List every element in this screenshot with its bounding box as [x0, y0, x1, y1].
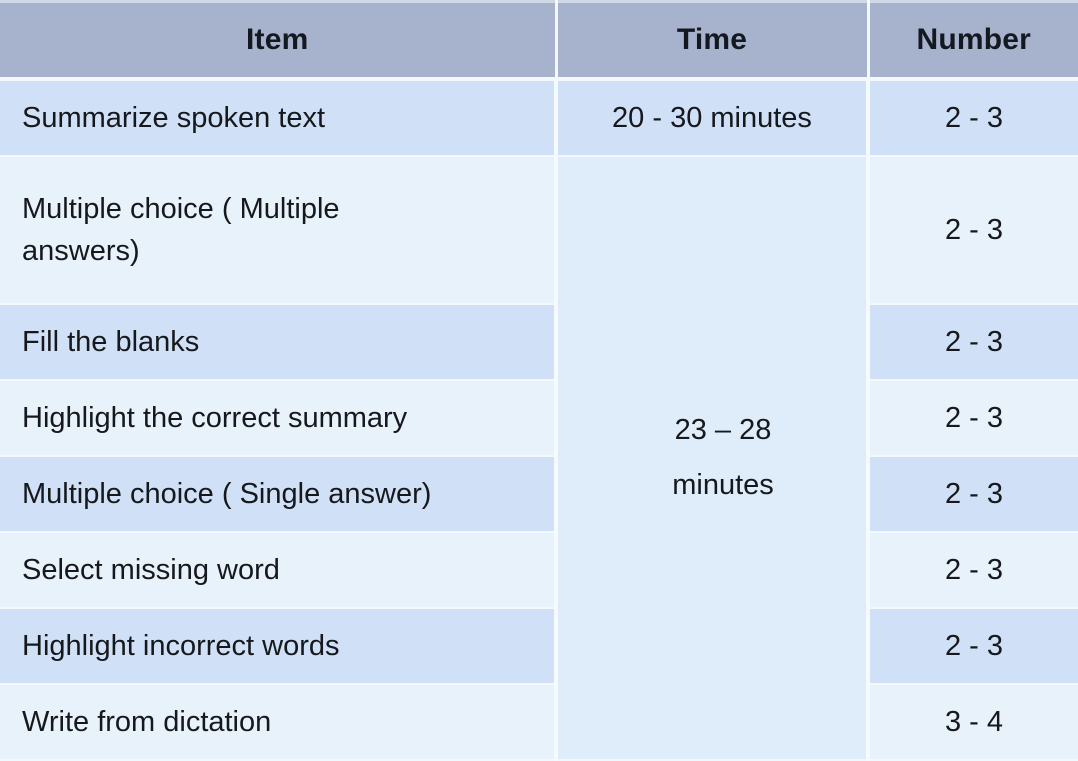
table-body: Summarize spoken text 20 - 30 minutes 2 … [0, 79, 1078, 761]
table-row: Multiple choice ( Single answer) 2 - 3 [0, 456, 1078, 533]
cell-item: Write from dictation [0, 684, 558, 761]
cell-number: 2 - 3 [868, 456, 1078, 533]
pte-listening-table: Item Time Number Summarize spoken text 2… [0, 0, 1078, 761]
table-row: Multiple choice ( Multiple answers) 23 –… [0, 156, 1078, 761]
table-row: Select missing word 2 - 3 [0, 532, 1078, 609]
cell-item-wrapped-text: Multiple choice ( Multiple answers) [22, 188, 554, 272]
header-row: Item Time Number [0, 0, 1078, 81]
cell-item: Select missing word [0, 532, 558, 609]
cell-item: Summarize spoken text [0, 79, 558, 157]
cell-item: Highlight incorrect words [0, 608, 558, 685]
table-row: Summarize spoken text 20 - 30 minutes 2 … [0, 79, 1078, 157]
table-header: Item Time Number [0, 0, 1078, 81]
cell-item-line-1: Multiple choice ( Multiple [22, 192, 340, 225]
cell-number: 2 - 3 [868, 304, 1078, 381]
table-row: Highlight incorrect words 2 - 3 [0, 608, 1078, 685]
merged-time-line-1: 23 – 28 [674, 413, 772, 446]
cell-item: Fill the blanks [0, 304, 558, 381]
merged-time-line-2: minutes [672, 469, 774, 501]
cell-number: 2 - 3 [868, 380, 1078, 457]
cell-item: Multiple choice ( Single answer) [0, 456, 558, 533]
cell-number: 3 - 4 [868, 684, 1078, 761]
cell-number: 2 - 3 [868, 156, 1078, 305]
table-row: Fill the blanks 2 - 3 [0, 304, 1078, 381]
cell-item: Highlight the correct summary [0, 380, 558, 457]
cell-number: 2 - 3 [868, 79, 1078, 157]
column-header-number: Number [868, 0, 1078, 81]
table-row: Highlight the correct summary 2 - 3 [0, 380, 1078, 457]
cell-time: 20 - 30 minutes [556, 79, 870, 157]
column-header-item: Item [0, 0, 558, 81]
table-row: Write from dictation 3 - 4 [0, 684, 1078, 761]
cell-time-merged: 23 – 28 minutes [556, 156, 870, 761]
cell-item-line-2: answers) [22, 235, 140, 267]
cell-number: 2 - 3 [868, 608, 1078, 685]
column-header-time: Time [556, 0, 870, 81]
table-container: Item Time Number Summarize spoken text 2… [0, 0, 1078, 761]
cell-item: Multiple choice ( Multiple answers) [0, 156, 558, 305]
cell-number: 2 - 3 [868, 532, 1078, 609]
